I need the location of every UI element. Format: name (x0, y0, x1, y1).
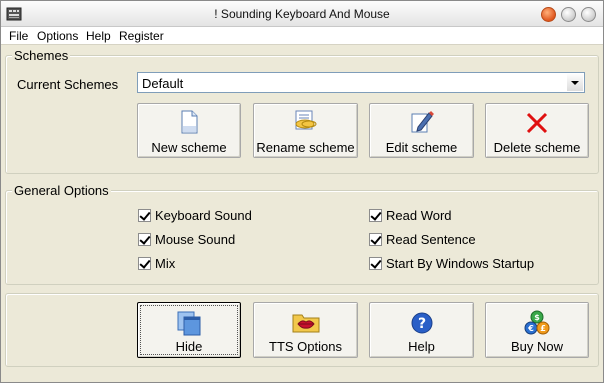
read-sentence-checkbox[interactable] (369, 233, 382, 246)
general-options-legend: General Options (12, 183, 111, 198)
svg-text:€: € (527, 324, 534, 333)
delete-scheme-label: Delete scheme (493, 140, 581, 155)
current-scheme-value: Default (142, 76, 184, 91)
new-scheme-button[interactable]: New scheme (137, 103, 241, 158)
new-scheme-label: New scheme (151, 140, 227, 155)
rename-scheme-label: Rename scheme (256, 140, 355, 155)
start-by-windows-startup-checkbox[interactable] (369, 257, 382, 270)
rename-scheme-button[interactable]: Rename scheme (253, 103, 358, 158)
read-word-label: Read Word (386, 208, 452, 223)
read-sentence-label: Read Sentence (386, 232, 476, 247)
read-word-checkbox[interactable] (369, 209, 382, 222)
minimize-window-button[interactable] (561, 7, 576, 22)
hide-button[interactable]: Hide (137, 302, 241, 358)
tts-options-label: TTS Options (269, 339, 342, 354)
svg-text:?: ? (417, 316, 425, 332)
chevron-down-icon[interactable] (567, 74, 583, 91)
tts-options-button[interactable]: TTS Options (253, 302, 358, 358)
window-title: ! Sounding Keyboard And Mouse (214, 7, 390, 21)
new-document-icon (181, 110, 198, 134)
coins-icon: $ € £ (524, 310, 550, 335)
edit-pencil-icon (411, 111, 434, 133)
help-label: Help (408, 339, 435, 354)
app-window: ! Sounding Keyboard And Mouse File Optio… (0, 0, 604, 383)
current-schemes-label: Current Schemes (17, 77, 119, 92)
schemes-legend: Schemes (12, 48, 71, 63)
keyboard-sound-label: Keyboard Sound (155, 208, 252, 223)
mouse-sound-checkbox[interactable] (138, 233, 151, 246)
keyboard-sound-checkbox[interactable] (138, 209, 151, 222)
windows-icon (177, 311, 201, 336)
menu-register[interactable]: Register (119, 29, 164, 43)
maximize-window-button[interactable] (581, 7, 596, 22)
mix-label: Mix (155, 256, 176, 271)
close-window-button[interactable] (541, 7, 556, 22)
current-scheme-dropdown[interactable]: Default (137, 72, 585, 93)
rename-icon (295, 110, 316, 130)
help-question-icon: ? (411, 312, 432, 334)
svg-text:$: $ (534, 313, 540, 322)
buy-now-label: Buy Now (510, 339, 564, 354)
menu-options[interactable]: Options (37, 29, 78, 43)
mix-checkbox[interactable] (138, 257, 151, 270)
help-button[interactable]: ? Help (369, 302, 474, 358)
buy-now-button[interactable]: $ € £ Buy Now (485, 302, 589, 358)
menu-file[interactable]: File (9, 29, 28, 43)
lips-folder-icon (292, 314, 319, 333)
start-by-windows-startup-label: Start By Windows Startup (386, 256, 535, 271)
delete-x-icon (526, 112, 548, 134)
edit-scheme-button[interactable]: Edit scheme (369, 103, 474, 158)
title-bar[interactable]: ! Sounding Keyboard And Mouse (1, 1, 603, 27)
mouse-sound-label: Mouse Sound (155, 232, 236, 247)
menu-bar: File Options Help Register (1, 27, 603, 45)
hide-label: Hide (175, 339, 203, 354)
edit-scheme-label: Edit scheme (385, 140, 458, 155)
svg-text:£: £ (540, 324, 546, 333)
menu-help[interactable]: Help (86, 29, 111, 43)
delete-scheme-button[interactable]: Delete scheme (485, 103, 589, 158)
